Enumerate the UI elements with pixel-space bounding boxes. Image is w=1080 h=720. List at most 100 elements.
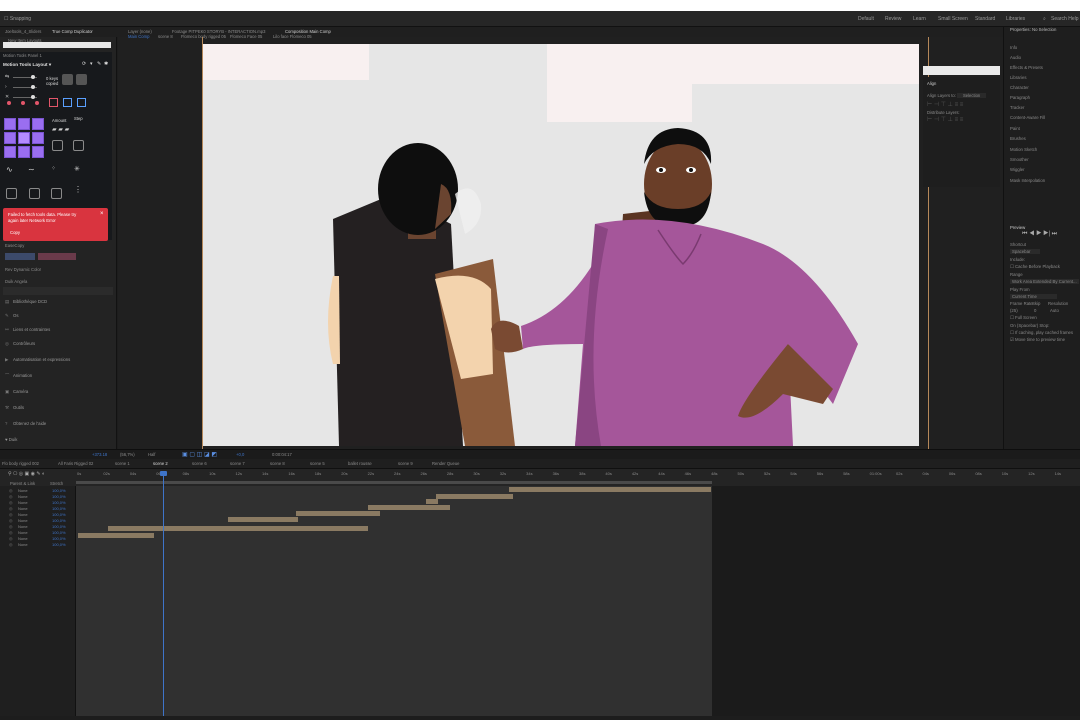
tab-joeltools[interactable]: Joeltools_4_Sliders (5, 29, 41, 34)
layer-stretch-value[interactable]: 100,0% (52, 512, 66, 517)
frame-rate-dropdown[interactable]: (25) (1010, 308, 1018, 313)
layer-bar[interactable] (108, 526, 368, 531)
duik-item-bones[interactable]: ✎ Os (5, 313, 19, 319)
playhead-handle[interactable] (160, 471, 167, 476)
cache-before-playback-checkbox[interactable]: ☐ Cache Before Playback (1010, 264, 1060, 270)
align-box-icon[interactable] (52, 140, 63, 151)
resolution-dropdown[interactable]: Half (148, 452, 155, 457)
panel-paint[interactable]: Paint (1010, 126, 1020, 131)
pickwhip-icon[interactable]: ◎ (9, 506, 13, 511)
distribute-icon[interactable] (73, 140, 84, 151)
layer-parent-dropdown[interactable]: None (18, 500, 28, 505)
exposure-value[interactable]: +0,0 (236, 452, 244, 457)
playhead[interactable] (163, 471, 164, 716)
null-icon[interactable] (6, 188, 17, 199)
comp-tab[interactable]: ballet rousse (348, 461, 372, 466)
workspace-review[interactable]: Review (885, 16, 901, 22)
cache-stop-checkbox[interactable]: ☐ If caching, play cached frames (1010, 330, 1073, 336)
layer-bar[interactable] (78, 533, 154, 538)
workspace-standard[interactable]: Standard (975, 16, 995, 22)
more-icon[interactable]: ⋮ (74, 185, 82, 194)
duik-item-controllers[interactable]: ◎ Contrôleurs (5, 341, 35, 347)
panel-paragraph[interactable]: Paragraph (1010, 95, 1030, 100)
comp-tab[interactable]: All Faris Rigged 02 (58, 461, 93, 466)
full-screen-checkbox[interactable]: ☐ Full Screen (1010, 315, 1037, 321)
anchor-tile[interactable] (32, 118, 44, 130)
anchor-dot-icon[interactable] (21, 101, 25, 105)
panel-effects-presets[interactable]: Effects & Presets (1010, 65, 1043, 70)
duik-item-animation[interactable]: ⌒ Animation (5, 373, 32, 379)
gear-icon[interactable]: ✱ (104, 61, 108, 67)
anchor-dot-icon[interactable] (7, 101, 11, 105)
duik-toolbar[interactable] (3, 287, 113, 295)
edit-icon[interactable]: ✎ (97, 61, 101, 67)
layer-bar[interactable] (296, 511, 380, 516)
range-dropdown[interactable]: Work Area Extended By Current... (1010, 279, 1079, 284)
search-help[interactable]: Search Help (1051, 16, 1079, 22)
timeline-switch-icons[interactable]: ⚲ ⎔ ◎ ▣ ◉ ✎ ◐ (8, 471, 45, 477)
move-time-checkbox[interactable]: ☑ Move time to preview time (1010, 337, 1065, 343)
anchor-tile[interactable] (18, 146, 30, 158)
layer-parent-dropdown[interactable]: None (18, 542, 28, 547)
comp-tab[interactable]: scene 5 (310, 461, 325, 466)
anchor-tile-center[interactable] (18, 132, 30, 144)
tab-true-comp-duplicator[interactable]: True Comp Duplicator (52, 29, 93, 34)
panel-info[interactable]: Info (1010, 45, 1017, 50)
anchor-tile[interactable] (32, 146, 44, 158)
layer-stretch-value[interactable]: 100,0% (52, 506, 66, 511)
anchor-box-icon[interactable] (63, 98, 72, 107)
pickwhip-icon[interactable]: ◎ (9, 536, 13, 541)
distribute-buttons[interactable]: ⊢ ⊣ ⊤ ⊥ ≡ ≡ (927, 116, 963, 123)
pickwhip-icon[interactable]: ◎ (9, 494, 13, 499)
anchor-tile[interactable] (4, 118, 16, 130)
panel-brushes[interactable]: Brushes (1010, 136, 1026, 141)
anchor-box-icon[interactable] (77, 98, 86, 107)
layer-stretch-value[interactable]: 100,0% (52, 536, 66, 541)
duik-item-tools[interactable]: ⚒ Outils (5, 405, 24, 411)
duik-item-links[interactable]: ⚯ Liens et contraintes (5, 327, 50, 333)
panel-mask-interpolation[interactable]: Mask Interpolation (1010, 178, 1045, 183)
pickwhip-icon[interactable]: ◎ (9, 500, 13, 505)
layer-parent-dropdown[interactable]: None (18, 506, 28, 511)
layer-bar[interactable] (228, 517, 298, 522)
layer-parent-dropdown[interactable]: None (18, 518, 28, 523)
align-buttons[interactable]: ⊢ ⊣ ⊤ ⊥ ≡ ≡ (927, 101, 963, 108)
motion-tools-layout-dropdown[interactable]: Motion Tools Layout ▾ (3, 62, 51, 68)
comp-tab-active[interactable]: scene 2 (153, 461, 168, 466)
layer-stretch-value[interactable]: 100,0% (52, 488, 66, 493)
search-icon[interactable]: ⌕ (1043, 16, 1046, 22)
comp-tab[interactable]: scene 7 (230, 461, 245, 466)
snapping-toggle[interactable]: ☐ Snapping (4, 16, 31, 22)
layer-bar[interactable] (509, 487, 711, 492)
comp-tab[interactable]: scene 6 (192, 461, 207, 466)
breadcrumb-main-comp[interactable]: Main Comp (128, 34, 149, 39)
duik-item-about[interactable]: ♥ Duik (5, 437, 17, 442)
anchor-tile[interactable] (4, 146, 16, 158)
easecopy-copy-button[interactable] (5, 253, 35, 260)
workspace-libraries[interactable]: Libraries (1006, 16, 1025, 22)
anchor-tile[interactable] (32, 132, 44, 144)
scatter-icon[interactable]: ⁘ (51, 165, 56, 172)
slider-handle[interactable] (31, 95, 35, 99)
pickwhip-icon[interactable]: ◎ (9, 530, 13, 535)
time-ruler[interactable]: 0s 02s 04s 06s 08s 10s 12s 14s 16s 18s 20s 22s 24s 26… (76, 471, 1080, 479)
copy-keys-button[interactable] (62, 74, 73, 85)
layer-bar[interactable] (368, 505, 450, 510)
copy-error-button[interactable]: Copy (10, 230, 20, 235)
duik-item-library[interactable]: ▤ Bibliothèque DCD (5, 299, 47, 305)
transform-icons[interactable]: ▰ ▰ ▰ (52, 126, 69, 133)
workspace-default[interactable]: Default (858, 16, 874, 22)
zoom-readout[interactable]: +373.18 (92, 452, 107, 457)
current-timecode[interactable]: 0:00:04:17 (272, 452, 292, 457)
pickwhip-icon[interactable]: ◎ (9, 524, 13, 529)
breadcrumb-lilo[interactable]: Lilo face Flomeco 05 (273, 34, 312, 39)
panel-wiggler[interactable]: Wiggler (1010, 167, 1025, 172)
layer-stretch-value[interactable]: 100,0% (52, 518, 66, 523)
magnification-dropdown[interactable]: (56,7%) (120, 452, 135, 457)
layer-stretch-value[interactable]: 100,0% (52, 542, 66, 547)
wave-icon[interactable]: ∿ (6, 165, 13, 174)
layer-stretch-value[interactable]: 100,0% (52, 524, 66, 529)
paste-keys-button[interactable] (76, 74, 87, 85)
easecopy-paste-button[interactable] (38, 253, 76, 260)
playback-controls[interactable]: ⏮ ◀ ▶ ▶| ⏭ (1022, 231, 1057, 238)
